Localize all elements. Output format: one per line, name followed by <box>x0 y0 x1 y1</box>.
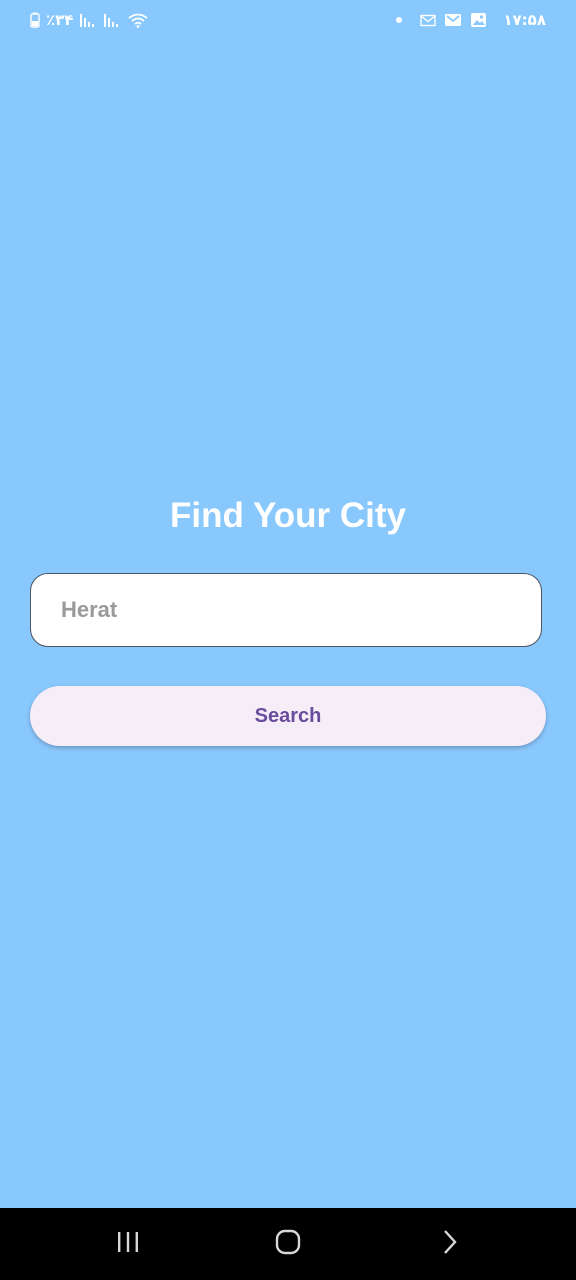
city-input-container <box>30 573 542 647</box>
gallery-icon <box>470 12 487 28</box>
status-right-group: ۱۷:۵۸ <box>396 11 546 29</box>
battery-percent: ٪۳۴ <box>46 11 74 29</box>
status-bar: ٪۳۴ ۱۷:۵۸ <box>0 0 576 42</box>
status-left-group: ٪۳۴ <box>30 11 149 29</box>
back-button[interactable] <box>420 1226 480 1262</box>
gmail-icon <box>444 13 462 27</box>
signal-icon <box>103 12 121 28</box>
page-title: Find Your City <box>170 496 406 535</box>
signal-icon <box>79 12 97 28</box>
search-button[interactable]: Search <box>30 686 546 746</box>
home-button[interactable] <box>258 1226 318 1262</box>
back-icon <box>439 1228 461 1261</box>
navigation-bar <box>0 1208 576 1280</box>
wifi-icon <box>127 12 149 28</box>
city-search-input[interactable] <box>31 574 541 646</box>
notification-dot-icon <box>396 17 403 23</box>
recent-apps-button[interactable] <box>98 1226 158 1262</box>
home-icon <box>274 1228 302 1261</box>
battery-icon <box>30 12 40 28</box>
mail-outline-icon <box>420 14 437 27</box>
recent-apps-icon <box>115 1230 141 1259</box>
clock: ۱۷:۵۸ <box>503 11 546 29</box>
